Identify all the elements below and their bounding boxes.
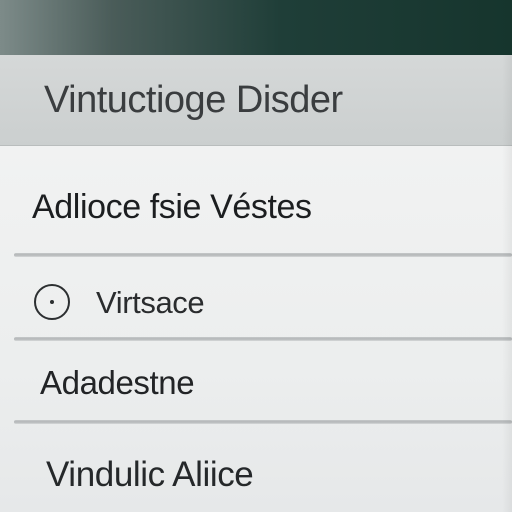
row-divider [14, 337, 512, 341]
list-item-label: Adlioce fsie Véstes [32, 188, 312, 226]
list-item-label: Vindulic Aliice [46, 455, 254, 494]
options-list: Adlioce fsie Véstes Virtsace Adadestne V… [0, 146, 512, 512]
list-item-label: Adadestne [40, 364, 195, 401]
list-item-4[interactable]: Vindulic Aliice [0, 425, 512, 512]
settings-window: Vintuctioge Disder Adlioce fsie Véstes V… [0, 55, 512, 512]
list-item-1[interactable]: Adlioce fsie Véstes [0, 146, 512, 246]
list-item-3[interactable]: Adadestne [0, 342, 512, 420]
window-title-bar: Vintuctioge Disder [0, 55, 512, 146]
row-divider [14, 253, 512, 257]
list-item-2[interactable]: Virtsace [0, 258, 512, 338]
radio-center-dot [50, 300, 54, 304]
row-divider [14, 420, 512, 424]
radio-button-icon[interactable] [34, 284, 70, 320]
window-title: Vintuctioge Disder [44, 79, 343, 121]
list-item-label: Virtsace [96, 285, 205, 320]
